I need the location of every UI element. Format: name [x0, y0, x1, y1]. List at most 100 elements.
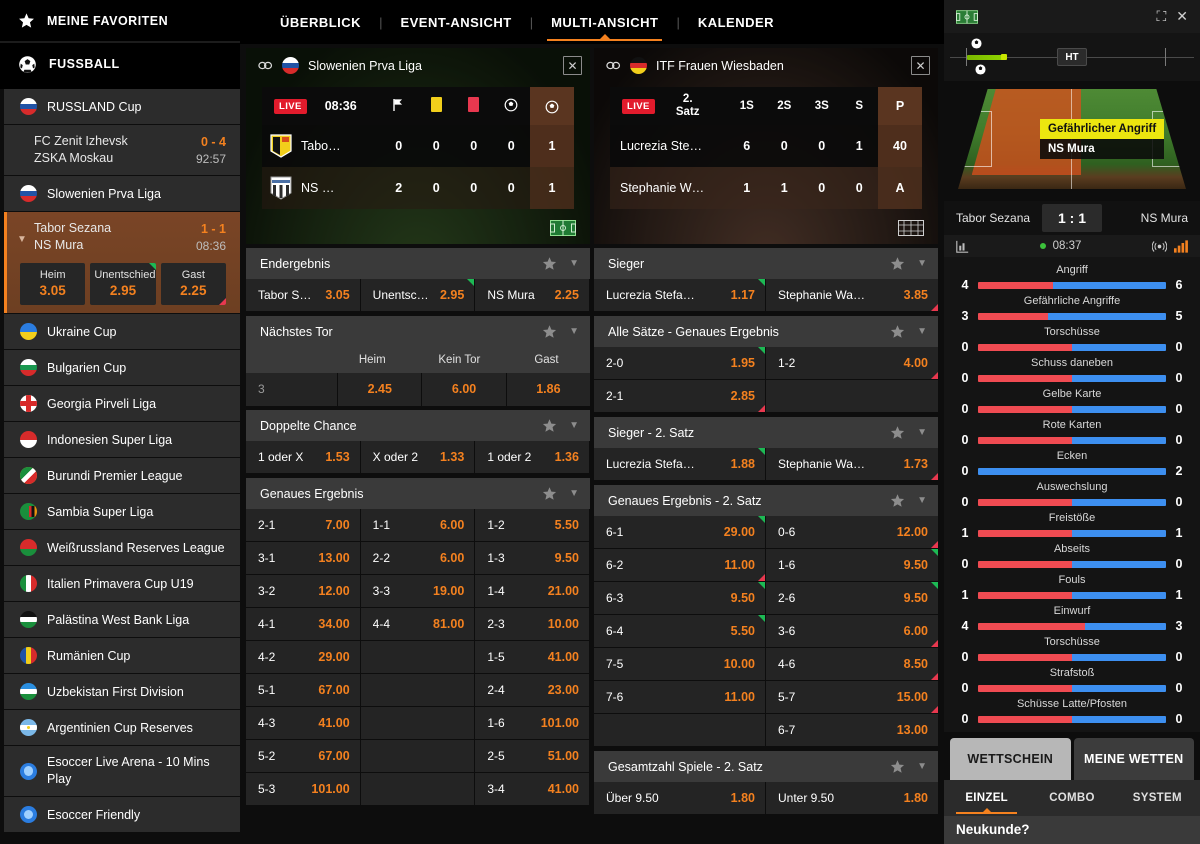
selection-button[interactable]: Unter 9.50 1.80	[766, 782, 938, 815]
chevron-down-icon[interactable]: ▼	[569, 258, 579, 269]
selection-button[interactable]: 1-2 5.50	[475, 509, 590, 542]
odds-button[interactable]: Heim 3.05	[20, 263, 86, 305]
sidebar-league-header[interactable]: RUSSLAND Cup	[4, 89, 240, 124]
betslip-tab-wettschein[interactable]: WETTSCHEIN	[950, 738, 1071, 780]
chevron-down-icon[interactable]: ▼	[569, 326, 579, 337]
selection-button[interactable]: 3-3 19.00	[360, 575, 476, 608]
selection-button[interactable]: 1-4 21.00	[475, 575, 590, 608]
odds-button[interactable]: 2.45	[337, 373, 421, 406]
selection-button[interactable]: 2-4 23.00	[475, 674, 590, 707]
selection-button[interactable]: 2-3 10.00	[475, 608, 590, 641]
match-card-tennis[interactable]: ITF Frauen Wiesbaden ✕ LIVE 2. Satz 1S 2…	[594, 48, 938, 244]
selection-button[interactable]: Stephanie Wagner 1.73	[766, 448, 938, 481]
odds-button[interactable]: 1.86	[505, 373, 590, 406]
sidebar-league-item[interactable]: Georgia Pirveli Liga	[4, 386, 240, 421]
selection-button[interactable]: 1 oder 2 1.36	[475, 441, 590, 474]
selection-button[interactable]: 3-4 41.00	[475, 773, 590, 806]
sidebar-league-item[interactable]: Sambia Super Liga	[4, 494, 240, 529]
selection-button[interactable]: 5-3 101.00	[246, 773, 361, 806]
market-header[interactable]: Sieger ▼	[594, 248, 938, 279]
commentary-icon[interactable]	[1152, 240, 1167, 253]
fullscreen-icon[interactable]: ⛶	[1156, 8, 1166, 25]
sidebar-league-item[interactable]: Weißrussland Reserves League	[4, 530, 240, 565]
link-icon[interactable]	[258, 61, 273, 70]
market-header[interactable]: Gesamtzahl Spiele - 2. Satz ▼	[594, 751, 938, 782]
betslip-tab-meine-wetten[interactable]: MEINE WETTEN	[1073, 738, 1194, 780]
selection-button[interactable]: 3-2 12.00	[246, 575, 361, 608]
tab-multi-ansicht[interactable]: MULTI-ANSICHT	[533, 0, 676, 44]
selection-button[interactable]: 7-5 10.00	[594, 648, 766, 681]
market-header[interactable]: Endergebnis ▼	[246, 248, 590, 279]
sidebar-match[interactable]: FC Zenit Izhevsk 0 - 4 ZSKA Moskau 92:57	[4, 125, 240, 175]
selection-button[interactable]: 2-2 6.00	[360, 542, 476, 575]
favorite-star-icon[interactable]	[890, 324, 905, 339]
court-view-icon[interactable]	[898, 220, 924, 236]
tab-event-ansicht[interactable]: EVENT-ANSICHT	[382, 0, 529, 44]
selection-button[interactable]: 6-3 9.50	[594, 582, 766, 615]
sidebar-league-item[interactable]: Italien Primavera Cup U19	[4, 566, 240, 601]
chevron-down-icon[interactable]: ▼	[917, 427, 927, 438]
sidebar-league-item[interactable]: Indonesien Super Liga	[4, 422, 240, 457]
market-header[interactable]: Genaues Ergebnis - 2. Satz ▼	[594, 485, 938, 516]
chevron-down-icon[interactable]: ▼	[17, 234, 27, 245]
betslip-subtab-einzel[interactable]: EINZEL	[944, 780, 1029, 816]
sidebar-league-item[interactable]: Ukraine Cup	[4, 314, 240, 349]
odds-button[interactable]: 6.00	[421, 373, 505, 406]
selection-button[interactable]: 6-1 29.00	[594, 516, 766, 549]
stats-icon[interactable]	[956, 240, 969, 253]
selection-button[interactable]: 2-5 51.00	[475, 740, 590, 773]
betslip-subtab-combo[interactable]: COMBO	[1029, 780, 1114, 816]
selection-button[interactable]: 2-6 9.50	[766, 582, 938, 615]
selection-button[interactable]: 1 oder X 1.53	[246, 441, 361, 474]
selection-button[interactable]: Lucrezia Stefanini 1.17	[594, 279, 766, 312]
selection-button[interactable]: 5-7 15.00	[766, 681, 938, 714]
selection-button[interactable]: 4-4 81.00	[360, 608, 476, 641]
selection-button[interactable]: 5-1 67.00	[246, 674, 361, 707]
selection-button[interactable]: Stephanie Wagner 3.85	[766, 279, 938, 312]
market-header[interactable]: Alle Sätze - Genaues Ergebnis ▼	[594, 316, 938, 347]
chevron-down-icon[interactable]: ▼	[917, 326, 927, 337]
sidebar-league-item[interactable]: Uzbekistan First Division	[4, 674, 240, 709]
favorite-star-icon[interactable]	[542, 256, 557, 271]
chevron-down-icon[interactable]: ▼	[917, 761, 927, 772]
odds-button[interactable]: Unentschieden 2.95	[90, 263, 156, 305]
close-icon[interactable]: ✕	[1176, 8, 1188, 25]
sidebar-league-header[interactable]: Slowenien Prva Liga	[4, 176, 240, 211]
sidebar-item-favorites[interactable]: MEINE FAVORITEN	[0, 0, 240, 41]
selection-button[interactable]: 3-1 13.00	[246, 542, 361, 575]
favorite-star-icon[interactable]	[890, 256, 905, 271]
selection-button[interactable]: 4-2 29.00	[246, 641, 361, 674]
chevron-down-icon[interactable]: ▼	[569, 420, 579, 431]
pitch-view-icon[interactable]	[550, 220, 576, 236]
selection-button[interactable]: 1-6 9.50	[766, 549, 938, 582]
sidebar-match[interactable]: ▼ Tabor Sezana 1 - 1 NS Mura 08:36 Heim 3.05 Un…	[4, 212, 240, 313]
selection-button[interactable]: 7-6 11.00	[594, 681, 766, 714]
close-icon[interactable]: ✕	[911, 56, 930, 75]
goal-event-icon[interactable]	[971, 38, 982, 49]
sidebar-league-item[interactable]: Esoccer Friendly	[4, 797, 240, 832]
selection-button[interactable]: 6-7 13.00	[766, 714, 938, 747]
sidebar-league-item[interactable]: Esoccer Live Arena - 10 Mins Play	[4, 746, 240, 796]
favorite-star-icon[interactable]	[890, 493, 905, 508]
signal-icon[interactable]	[1174, 239, 1188, 253]
selection-button[interactable]: 4-1 34.00	[246, 608, 361, 641]
pitch-icon[interactable]	[956, 9, 978, 24]
market-header[interactable]: Nächstes Tor ▼	[246, 316, 590, 347]
selection-button[interactable]: Über 9.50 1.80	[594, 782, 766, 815]
tab--berblick[interactable]: ÜBERBLICK	[262, 0, 379, 44]
selection-button[interactable]: NS Mura 2.25	[475, 279, 590, 312]
selection-button[interactable]: 4-6 8.50	[766, 648, 938, 681]
odds-button[interactable]: Gast 2.25	[160, 263, 226, 305]
selection-button[interactable]: Lucrezia Stefanini 1.88	[594, 448, 766, 481]
sidebar-league-item[interactable]: Rumänien Cup	[4, 638, 240, 673]
selection-button[interactable]: 4-3 41.00	[246, 707, 361, 740]
favorite-star-icon[interactable]	[542, 418, 557, 433]
favorite-star-icon[interactable]	[890, 759, 905, 774]
pitch-animation[interactable]: Gefährlicher Angriff NS Mura	[944, 81, 1200, 201]
favorite-star-icon[interactable]	[542, 324, 557, 339]
selection-button[interactable]: 1-1 6.00	[360, 509, 476, 542]
betslip-subtab-system[interactable]: SYSTEM	[1115, 780, 1200, 816]
selection-button[interactable]: 2-1 7.00	[246, 509, 361, 542]
link-icon[interactable]	[606, 61, 621, 70]
selection-button[interactable]: 0-6 12.00	[766, 516, 938, 549]
